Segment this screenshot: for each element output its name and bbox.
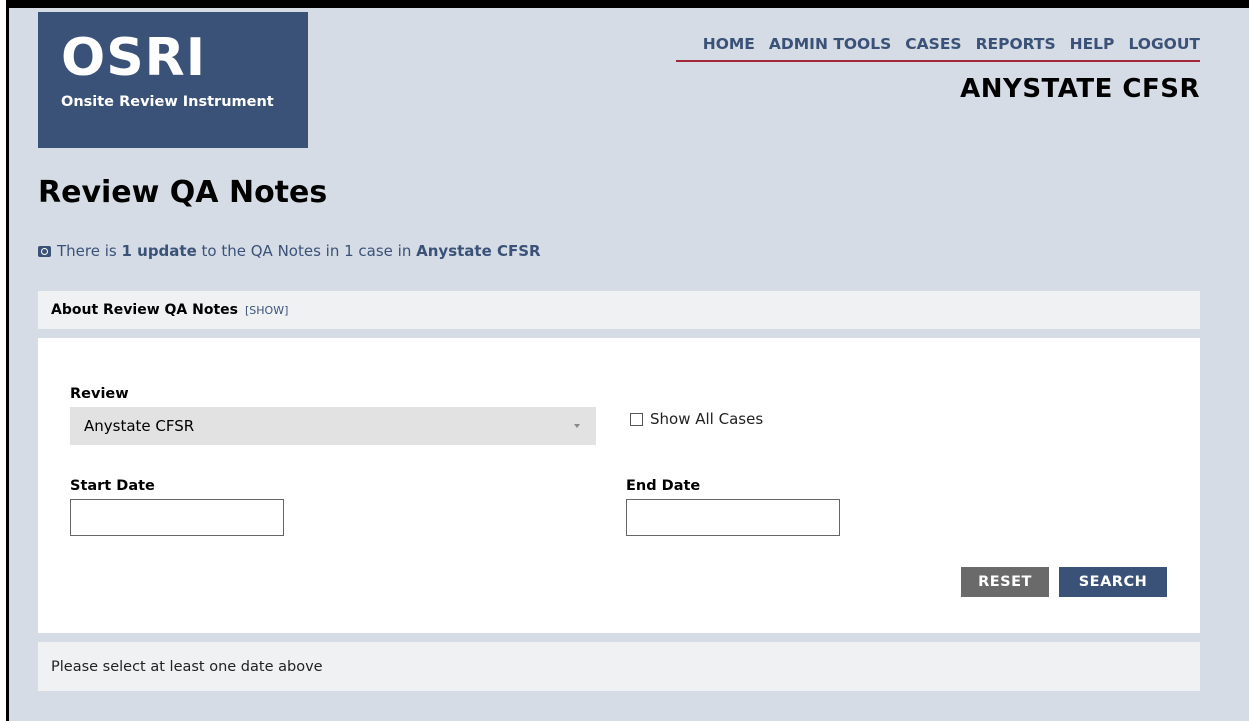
nav-cases-link[interactable]: CASES [905,35,961,53]
chevron-down-icon [574,424,580,428]
state-title: ANYSTATE CFSR [960,74,1200,104]
show-all-cases[interactable]: Show All Cases [630,410,763,428]
end-date-input[interactable] [626,499,840,536]
update-prefix: There is [57,242,122,260]
logo-title: OSRI [61,28,207,88]
about-show-toggle[interactable]: [SHOW] [245,304,288,317]
update-count-link[interactable]: 1 update [121,242,196,260]
start-date-input[interactable] [70,499,284,536]
logo-subtitle: Onsite Review Instrument [61,94,274,110]
nav-logout-link[interactable]: LOGOUT [1128,35,1200,53]
top-nav: HOME ADMIN TOOLS CASES REPORTS HELP LOGO… [703,35,1200,53]
update-review-link[interactable]: Anystate CFSR [416,242,540,260]
nav-divider [676,60,1200,62]
start-date-label: Start Date [70,478,155,494]
search-button[interactable]: SEARCH [1059,567,1167,597]
nav-home-link[interactable]: HOME [703,35,755,53]
review-label: Review [70,386,129,402]
review-select[interactable]: Anystate CFSR [70,407,596,445]
app-logo[interactable]: OSRI Onsite Review Instrument [38,12,308,148]
update-middle: to the QA Notes in 1 case in [196,242,417,260]
about-label: About Review QA Notes [51,302,238,318]
show-all-label: Show All Cases [650,410,764,428]
update-notice: There is 1 update to the QA Notes in 1 c… [38,242,541,260]
about-panel-header[interactable]: About Review QA Notes [SHOW] [38,291,1200,329]
nav-help-link[interactable]: HELP [1070,35,1115,53]
nav-admin-tools-link[interactable]: ADMIN TOOLS [769,35,891,53]
nav-reports-link[interactable]: REPORTS [976,35,1056,53]
show-all-checkbox[interactable] [630,412,643,426]
eye-icon [38,245,51,257]
review-select-value: Anystate CFSR [84,417,195,435]
page-title: Review QA Notes [38,175,328,210]
status-message: Please select at least one date above [38,642,1200,691]
reset-button[interactable]: RESET [961,567,1049,597]
search-form: Review Anystate CFSR Show All Cases Star… [38,338,1200,633]
end-date-label: End Date [626,478,701,494]
